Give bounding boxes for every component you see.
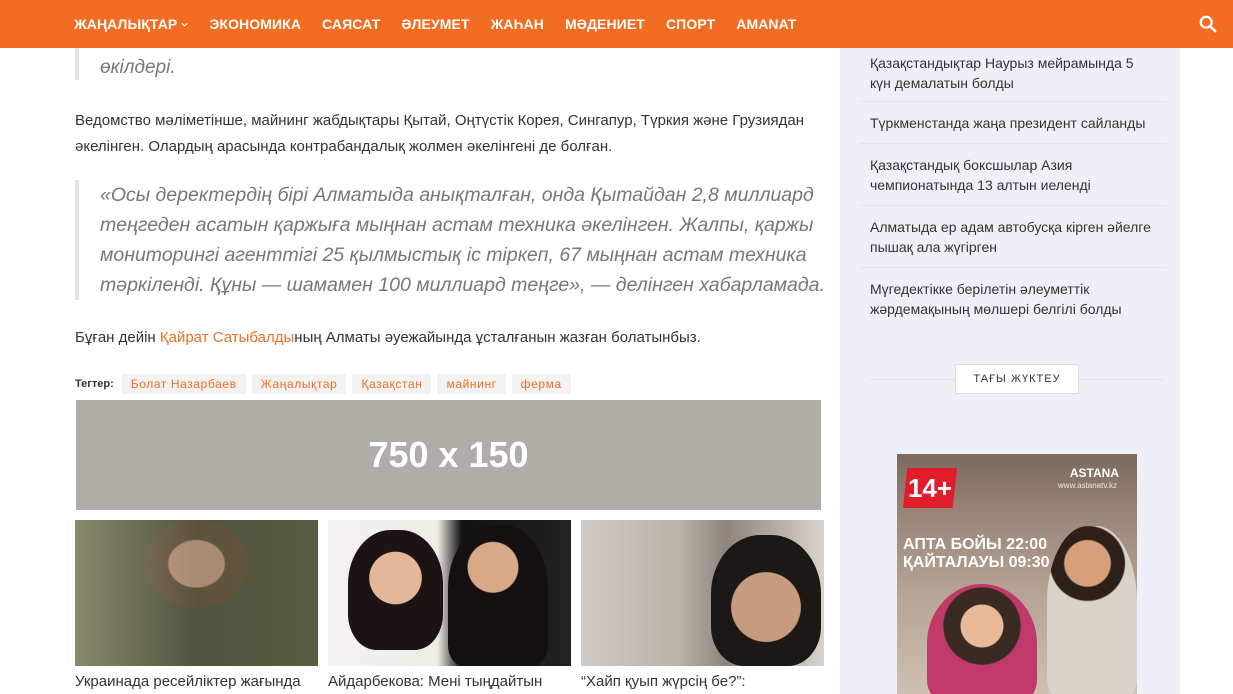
tag-link[interactable]: Болат Назарбаев bbox=[121, 374, 246, 394]
nav-item-world[interactable]: ЖАҺАН bbox=[491, 16, 544, 32]
nav-item-label: ЖАҢАЛЫҚТАР bbox=[74, 16, 178, 32]
channel-url: www.astanatv.kz bbox=[1058, 481, 1117, 490]
related-article-image[interactable] bbox=[75, 520, 318, 666]
related-article-card[interactable]: “Хайп қуып жүрсің бе?”: bbox=[581, 520, 824, 692]
related-article-image[interactable] bbox=[581, 520, 824, 666]
tag-link[interactable]: ферма bbox=[511, 374, 571, 394]
article-paragraph-with-link: Бұған дейін Қайрат Сатыбалдының Алматы ә… bbox=[75, 326, 835, 350]
nav-item-news[interactable]: ЖАҢАЛЫҚТАР bbox=[74, 16, 189, 32]
nav-item-society[interactable]: ӘЛЕУМЕТ bbox=[401, 16, 469, 32]
person-link[interactable]: Қайрат Сатыбалды bbox=[160, 329, 294, 346]
nav-item-sport[interactable]: СПОРТ bbox=[666, 16, 715, 32]
tag-link[interactable]: майнинг bbox=[437, 374, 506, 394]
person-photo bbox=[448, 525, 548, 666]
nav-item-culture[interactable]: МӘДЕНИЕТ bbox=[565, 16, 645, 32]
related-article-title[interactable]: Айдарбекова: Мені тыңдайтын bbox=[328, 672, 571, 692]
sidebar-news-list: Қазақстандықтар Наурыз мейрамында 5 күн … bbox=[860, 48, 1166, 330]
blockquote-end: өкілдері. bbox=[75, 48, 825, 80]
related-article-card[interactable]: Украинада ресейліктер жағында bbox=[75, 520, 318, 692]
schedule-text: АПТА БОЙЫ 22:00 bbox=[903, 536, 1048, 553]
related-article-title[interactable]: “Хайп қуып жүрсің бе?”: bbox=[581, 672, 824, 692]
tags-row: Тегтер: Болат Назарбаев Жаңалықтар Қазақ… bbox=[75, 373, 577, 395]
tag-link[interactable]: Қазақстан bbox=[352, 374, 432, 394]
sidebar-ad-poster[interactable]: 14+ ASTANA www.astanatv.kz АПТА БОЙЫ 22:… bbox=[897, 454, 1137, 694]
article-blockquote: «Осы деректердің бірі Алматыда анықталға… bbox=[75, 180, 835, 300]
channel-logo: ASTANA bbox=[1069, 466, 1119, 480]
poster-figure bbox=[927, 584, 1037, 694]
paragraph-text: Бұған дейін bbox=[75, 329, 160, 346]
nav-item-politics[interactable]: САЯСАТ bbox=[322, 16, 380, 32]
sidebar-news-item[interactable]: Қазақстандық боксшылар Азия чемпионатынд… bbox=[860, 144, 1166, 206]
sidebar-news-item[interactable]: Мүгедектікке берілетін әлеуметтік жәрдем… bbox=[860, 268, 1166, 330]
related-article-title[interactable]: Украинада ресейліктер жағында bbox=[75, 672, 318, 692]
related-article-card[interactable]: Айдарбекова: Мені тыңдайтын bbox=[328, 520, 571, 692]
sidebar-news-item[interactable]: Түркменстанда жаңа президент сайланды bbox=[860, 102, 1166, 144]
ad-banner-placeholder[interactable]: 750 x 150 bbox=[76, 400, 821, 510]
sidebar-news-item[interactable]: Қазақстандықтар Наурыз мейрамында 5 күн … bbox=[860, 48, 1166, 102]
person-photo bbox=[711, 535, 821, 666]
chevron-down-icon bbox=[181, 22, 189, 27]
schedule-text: ҚАЙТАЛАУЫ 09:30 bbox=[903, 554, 1050, 571]
tag-link[interactable]: Жаңалықтар bbox=[251, 374, 347, 394]
article-paragraph: Ведомство мәліметінше, майнинг жабдықтар… bbox=[75, 112, 805, 155]
age-rating-badge: 14+ bbox=[903, 468, 957, 508]
nav-item-economy[interactable]: ЭКОНОМИКА bbox=[209, 16, 301, 32]
nav-item-amanat[interactable]: AMANAT bbox=[736, 16, 796, 32]
related-article-image[interactable] bbox=[328, 520, 571, 666]
person-photo bbox=[348, 530, 443, 650]
sidebar-news-item[interactable]: Алматыда ер адам автобусқа кірген әйелге… bbox=[860, 206, 1166, 268]
tags-label: Тегтер: bbox=[75, 378, 114, 390]
paragraph-text: ның Алматы әуежайында ұсталғанын жазған … bbox=[294, 329, 701, 346]
search-icon[interactable] bbox=[1199, 15, 1217, 33]
top-navigation: ЖАҢАЛЫҚТАР ЭКОНОМИКА САЯСАТ ӘЛЕУМЕТ ЖАҺА… bbox=[0, 0, 1233, 48]
load-more-button[interactable]: ТАҒЫ ЖҮКТЕУ bbox=[955, 364, 1079, 394]
poster-figure bbox=[1047, 526, 1137, 694]
